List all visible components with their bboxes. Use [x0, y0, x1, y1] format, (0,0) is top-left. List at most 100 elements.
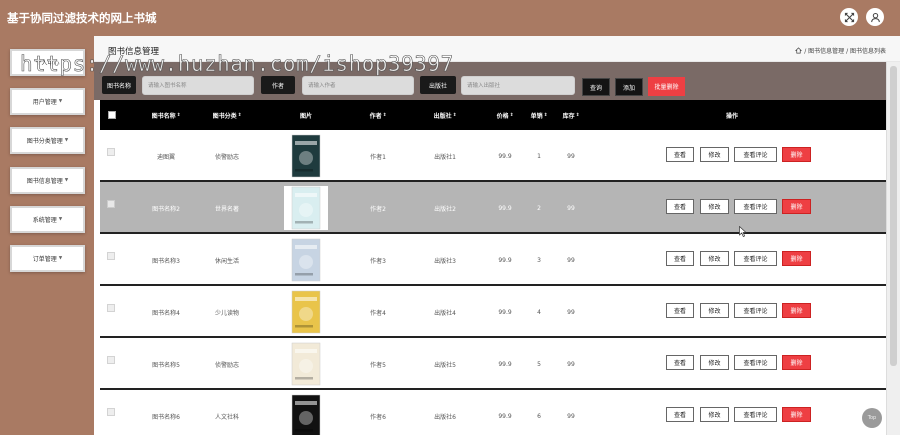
top-header: 基于协同过滤技术的网上书城	[0, 0, 900, 36]
row-checkbox[interactable]	[107, 252, 115, 260]
sidebar-item-system[interactable]: 系统管理 ▼	[10, 206, 85, 233]
reviews-button[interactable]: 查看评论	[734, 303, 777, 318]
chevron-down-icon: ▼	[58, 217, 63, 222]
cell-author: 作者3	[370, 257, 386, 265]
sidebar-item-book-categories[interactable]: 图书分类管理 ▼	[10, 127, 85, 154]
row-checkbox[interactable]	[107, 356, 115, 364]
column-header-label: 图书分类	[212, 112, 237, 120]
cell-category: 侦警励志	[214, 153, 239, 161]
vertical-scrollbar[interactable]	[886, 62, 900, 435]
cell-sales: 5	[537, 360, 541, 368]
view-button[interactable]: 查看	[666, 199, 694, 214]
reviews-button[interactable]: 查看评论	[734, 407, 777, 422]
sort-icon: ⇕	[382, 112, 387, 118]
column-header-price[interactable]: 价格 ⇕	[488, 100, 522, 130]
author-input[interactable]	[302, 76, 414, 95]
table-header: 图书名称 ⇕ 图书分类 ⇕ 图片 作者 ⇕ 出版社 ⇕ 价格 ⇕ 单销 ⇕ 库存 ⇕ 操作	[100, 100, 886, 130]
sidebar-item-users[interactable]: 用户管理 ▼	[10, 88, 85, 115]
cell-price: 99.9	[498, 308, 512, 316]
add-button[interactable]: 添加	[615, 78, 643, 96]
edit-button[interactable]: 修改	[700, 303, 729, 318]
select-all-checkbox[interactable]	[108, 111, 116, 119]
sidebar-item-personal-center[interactable]: 个人中心	[10, 49, 85, 76]
book-name-label: 图书名称	[102, 76, 136, 94]
reviews-button[interactable]: 查看评论	[734, 355, 777, 370]
user-icon	[870, 12, 880, 22]
edit-button[interactable]: 修改	[700, 147, 729, 162]
row-checkbox[interactable]	[107, 408, 115, 416]
edit-button[interactable]: 修改	[700, 199, 729, 214]
table-row[interactable]: 迪图翼 侦警励志 作者1 出版社1 99.9 1 99 查看 修改 查看评论 删除	[100, 130, 886, 182]
view-button[interactable]: 查看	[666, 147, 694, 162]
edit-button[interactable]: 修改	[700, 355, 729, 370]
view-button[interactable]: 查看	[666, 355, 694, 370]
view-button[interactable]: 查看	[666, 407, 694, 422]
cell-publisher: 出版社1	[434, 153, 456, 161]
query-button[interactable]: 查询	[582, 78, 610, 96]
view-button[interactable]: 查看	[666, 303, 694, 318]
cell-author: 作者5	[370, 361, 386, 369]
delete-button[interactable]: 删除	[782, 303, 811, 318]
mouse-cursor-icon	[739, 226, 747, 237]
search-bar: 图书名称 作者 出版社 查询 添加 批量删除	[94, 62, 886, 100]
sidebar-item-orders[interactable]: 订单管理 ▼	[10, 245, 85, 272]
cell-sales: 2	[537, 204, 541, 212]
scrollbar-thumb[interactable]	[890, 66, 897, 366]
main-content: 图书信息管理 / 图书信息管理 / 图书信息列表 图书名称 作者 出版社 查询 …	[94, 36, 900, 435]
table-row[interactable]: 图书名称6 人文社科 作者6 出版社6 99.9 6 99 查看 修改 查看评论 删除	[100, 390, 886, 435]
row-checkbox[interactable]	[107, 148, 115, 156]
cell-author: 作者1	[370, 153, 386, 161]
book-cover-image	[284, 342, 328, 386]
sidebar-item-book-info[interactable]: 图书信息管理 ▼	[10, 167, 85, 194]
table-row[interactable]: 图书名称2 世界名著 作者2 出版社2 99.9 2 99 查看 修改 查看评论 删除	[100, 182, 886, 234]
fullscreen-button[interactable]	[840, 8, 858, 26]
column-header-author[interactable]: 作者 ⇕	[358, 100, 398, 130]
cell-price: 99.9	[498, 256, 512, 264]
table-row[interactable]: 图书名称5 侦警励志 作者5 出版社5 99.9 5 99 查看 修改 查看评论 删除	[100, 338, 886, 390]
column-header-category[interactable]: 图书分类 ⇕	[199, 100, 255, 130]
column-header-image: 图片	[299, 112, 312, 120]
sort-icon: ⇕	[543, 112, 548, 118]
view-button[interactable]: 查看	[666, 251, 694, 266]
reviews-button[interactable]: 查看评论	[734, 147, 777, 162]
delete-button[interactable]: 删除	[782, 251, 811, 266]
sidebar-item-label: 用户管理	[32, 99, 57, 106]
app-title: 基于协同过滤技术的网上书城	[7, 11, 157, 25]
delete-button[interactable]: 删除	[782, 407, 811, 422]
column-header-stock[interactable]: 库存 ⇕	[556, 100, 586, 130]
delete-button[interactable]: 删除	[782, 199, 811, 214]
cell-name: 图书名称2	[152, 205, 180, 213]
publisher-input[interactable]	[461, 76, 575, 95]
cell-name: 图书名称4	[152, 309, 180, 317]
cell-publisher: 出版社6	[434, 413, 456, 421]
table-row[interactable]: 图书名称3 休闲生活 作者3 出版社3 99.9 3 99 查看 修改 查看评论 删除	[100, 234, 886, 286]
cell-price: 99.9	[498, 204, 512, 212]
edit-button[interactable]: 修改	[700, 251, 729, 266]
delete-button[interactable]: 删除	[782, 147, 811, 162]
cell-stock: 99	[567, 152, 575, 160]
book-name-input[interactable]	[142, 76, 254, 95]
cell-sales: 6	[537, 412, 541, 420]
delete-button[interactable]: 删除	[782, 355, 811, 370]
reviews-button[interactable]: 查看评论	[734, 199, 777, 214]
edit-button[interactable]: 修改	[700, 407, 729, 422]
sort-icon: ⇕	[452, 112, 457, 118]
column-header-publisher[interactable]: 出版社 ⇕	[422, 100, 468, 130]
reviews-button[interactable]: 查看评论	[734, 251, 777, 266]
cell-category: 世界名著	[214, 205, 239, 213]
sort-icon: ⇕	[509, 112, 514, 118]
cell-stock: 99	[567, 308, 575, 316]
cell-sales: 4	[537, 308, 541, 316]
row-checkbox[interactable]	[107, 200, 115, 208]
user-menu-button[interactable]	[866, 8, 884, 26]
row-checkbox[interactable]	[107, 304, 115, 312]
column-header-sales[interactable]: 单销 ⇕	[524, 100, 554, 130]
batch-delete-button[interactable]: 批量删除	[648, 77, 685, 96]
table-row[interactable]: 图书名称4 少儿读物 作者4 出版社4 99.9 4 99 查看 修改 查看评论 删除	[100, 286, 886, 338]
sort-icon: ⇕	[575, 112, 580, 118]
home-icon[interactable]	[795, 47, 803, 54]
column-header-name[interactable]: 图书名称 ⇕	[138, 100, 194, 130]
breadcrumb-path[interactable]: / 图书信息管理 / 图书信息列表	[804, 46, 886, 55]
cell-stock: 99	[567, 412, 575, 420]
scroll-to-top-button[interactable]: Top	[862, 408, 882, 428]
